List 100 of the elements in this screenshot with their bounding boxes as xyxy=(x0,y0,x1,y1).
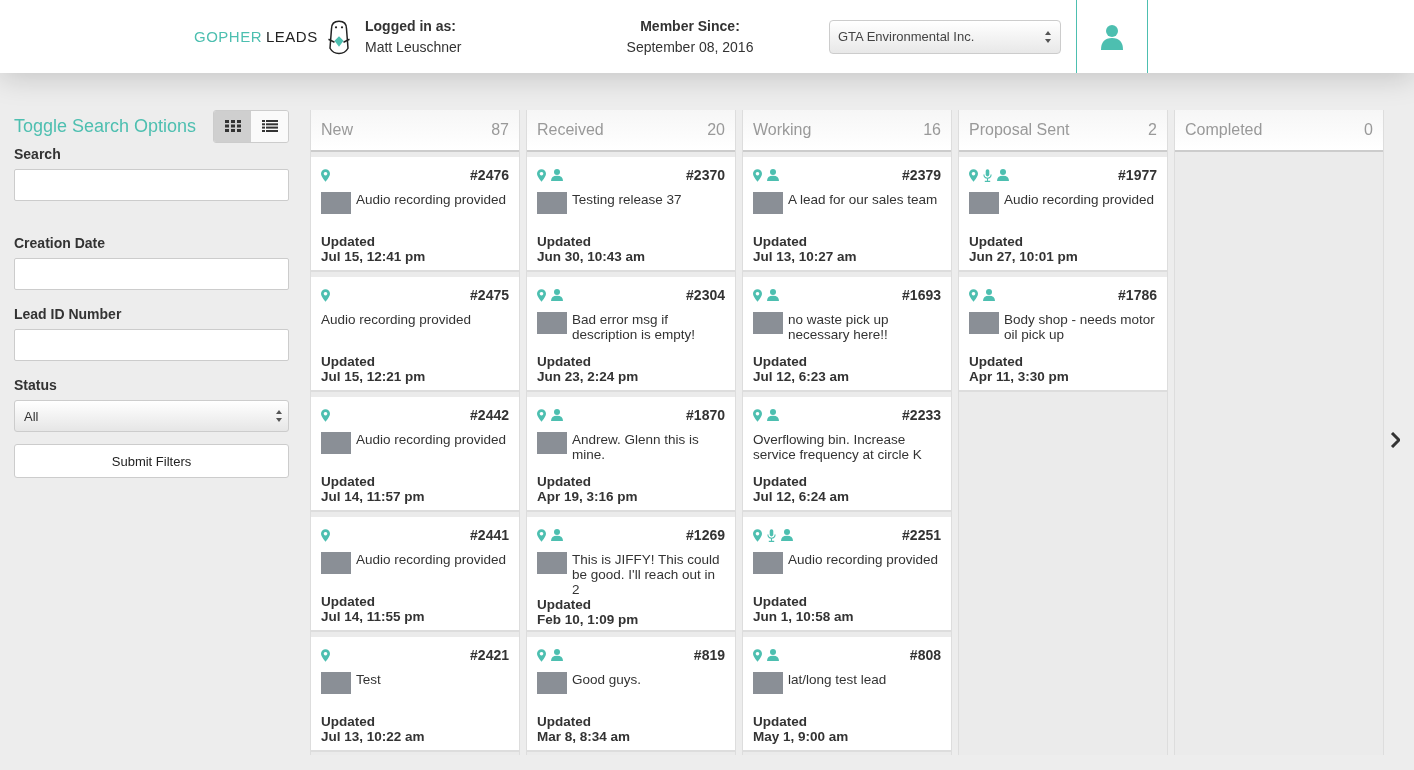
lead-card[interactable]: #2442 Audio recording provided Updated Jul 14, 11:57 pm xyxy=(311,397,519,512)
column-count: 0 xyxy=(1364,121,1373,139)
lead-id: #2379 xyxy=(902,167,941,183)
lead-card[interactable]: #2233 Overflowing bin. Increase service frequency at circle K Updated Jul 12, 6:24 am xyxy=(743,397,951,512)
lead-id: #2233 xyxy=(902,407,941,423)
updated-date: Jul 14, 11:57 pm xyxy=(321,489,426,504)
updated-label: Updated xyxy=(537,714,592,729)
updated-date: Jun 27, 10:01 pm xyxy=(969,249,1079,264)
updated-label: Updated xyxy=(969,234,1024,249)
lead-card[interactable]: #2476 Audio recording provided Updated Jul 15, 12:41 pm xyxy=(311,157,519,272)
updated-label: Updated xyxy=(537,474,592,489)
lead-description: A lead for our sales team xyxy=(788,192,938,207)
lead-card[interactable]: #2475 Audio recording provided Updated Jul 15, 12:21 pm xyxy=(311,277,519,392)
updated-label: Updated xyxy=(537,234,592,249)
input-field[interactable] xyxy=(14,169,289,201)
lead-description: Audio recording provided xyxy=(356,192,507,207)
field-label: Lead ID Number xyxy=(14,306,123,322)
lead-card[interactable]: #2421 Test Updated Jul 13, 10:22 am xyxy=(311,637,519,752)
user-icon[interactable] xyxy=(1100,23,1124,50)
lead-card[interactable]: #808 lat/long test lead Updated May 1, 9:00 am xyxy=(743,637,951,752)
lead-card[interactable]: #1870 Andrew. Glenn this is mine. Updated Apr 19, 3:16 pm xyxy=(527,397,735,512)
lead-description: lat/long test lead xyxy=(788,672,887,687)
updated-label: Updated xyxy=(321,234,376,249)
lead-card[interactable]: #2441 Audio recording provided Updated Jul 14, 11:55 pm xyxy=(311,517,519,632)
updated-date: Jul 13, 10:27 am xyxy=(753,249,858,264)
lead-id: #1786 xyxy=(1118,287,1157,303)
member-since-label: Member Since: xyxy=(640,18,740,34)
lead-card[interactable]: #2379 A lead for our sales team Updated Jul 13, 10:27 am xyxy=(743,157,951,272)
lead-card[interactable]: #2304 Bad error msg if description is empty! Updated Jun 23, 2:24 pm xyxy=(527,277,735,392)
updated-label: Updated xyxy=(969,354,1024,369)
updated-date: Jul 15, 12:21 pm xyxy=(321,369,427,384)
lead-id: #2421 xyxy=(470,647,509,663)
column-title: Received xyxy=(537,121,604,139)
field-label: Status xyxy=(14,377,58,393)
lead-card[interactable]: #1269 This is JIFFY! This could be good. I'll reach out in 2 Updated Feb 10, 1:09 pm xyxy=(527,517,735,632)
lead-card[interactable]: #819 Good guys. Updated Mar 8, 8:34 am xyxy=(527,637,735,752)
updated-label: Updated xyxy=(321,714,376,729)
lead-id: #2475 xyxy=(470,287,509,303)
logged-in-label: Logged in as: xyxy=(365,18,457,34)
updated-label: Updated xyxy=(753,474,808,489)
lead-id: #2442 xyxy=(470,407,509,423)
column-title: Completed xyxy=(1185,121,1263,139)
chevron-right-icon[interactable] xyxy=(1390,432,1400,448)
updated-date: Jul 12, 6:24 am xyxy=(753,489,851,504)
lead-description: Andrew. Glenn this is mine. xyxy=(572,432,700,462)
lead-card[interactable]: #1693 no waste pick up necessary here!! Updated Jul 12, 6:23 am xyxy=(743,277,951,392)
updated-label: Updated xyxy=(753,354,808,369)
submit-filters-button[interactable]: Submit Filters xyxy=(14,444,289,478)
lead-description: Body shop - needs motor oil pick up xyxy=(1004,312,1156,342)
list-view-button[interactable] xyxy=(251,110,288,142)
updated-date: Jun 1, 10:58 am xyxy=(753,609,855,624)
company-select[interactable]: GTA Environmental Inc. xyxy=(829,19,1061,54)
lead-id: #1977 xyxy=(1118,167,1157,183)
updated-label: Updated xyxy=(753,714,808,729)
lead-id: #808 xyxy=(909,647,941,663)
updated-date: Jun 30, 10:43 am xyxy=(537,249,647,264)
updated-label: Updated xyxy=(537,597,592,612)
updated-date: Apr 11, 3:30 pm xyxy=(969,369,1070,384)
column-title: Working xyxy=(753,121,812,139)
lead-card[interactable]: #2370 Testing release 37 Updated Jun 30, 10:43 am xyxy=(527,157,735,272)
updated-date: Jul 13, 10:22 am xyxy=(321,729,426,744)
sort-arrows-icon xyxy=(1044,29,1052,44)
grid-view-button[interactable] xyxy=(214,110,251,142)
lead-description: Testing release 37 xyxy=(572,192,682,207)
lead-id: #1693 xyxy=(902,287,941,303)
updated-label: Updated xyxy=(321,594,376,609)
lead-id: #1870 xyxy=(686,407,725,423)
updated-date: Jul 15, 12:41 pm xyxy=(321,249,427,264)
lead-description: Audio recording provided xyxy=(1004,192,1155,207)
status-select[interactable]: All xyxy=(14,400,289,432)
updated-label: Updated xyxy=(321,354,376,369)
lead-card[interactable]: #2251 Audio recording provided Updated Jun 1, 10:58 am xyxy=(743,517,951,632)
updated-date: May 1, 9:00 am xyxy=(753,729,850,744)
updated-date: Jul 12, 6:23 am xyxy=(753,369,851,384)
lead-description: Audio recording provided xyxy=(321,312,472,327)
lead-description: Test xyxy=(356,672,381,687)
lead-description: Overflowing bin. Increase service frequency at circle K xyxy=(753,432,923,462)
field-label: Search xyxy=(14,146,62,162)
lead-id: #2370 xyxy=(686,167,725,183)
lead-card[interactable]: #1977 Audio recording provided Updated Jun 27, 10:01 pm xyxy=(959,157,1167,272)
lead-id: #2251 xyxy=(902,527,941,543)
lead-description: no waste pick up necessary here!! xyxy=(788,312,890,342)
lead-id: #2441 xyxy=(470,527,509,543)
user-name: Matt Leuschner xyxy=(365,39,463,55)
updated-label: Updated xyxy=(753,594,808,609)
input-field[interactable] xyxy=(14,329,289,361)
lead-description: Audio recording provided xyxy=(356,552,507,567)
lead-card[interactable]: #1786 Body shop - needs motor oil pick up Updated Apr 11, 3:30 pm xyxy=(959,277,1167,392)
updated-label: Updated xyxy=(321,474,376,489)
sort-arrows-icon xyxy=(275,409,283,423)
column-count: 2 xyxy=(1148,121,1157,139)
logo-text: LEADS xyxy=(266,28,318,45)
member-date: September 08, 2016 xyxy=(626,39,754,55)
input-field[interactable] xyxy=(14,258,289,290)
column-count: 16 xyxy=(923,121,941,139)
column-title: New xyxy=(321,121,353,139)
updated-date: Mar 8, 8:34 am xyxy=(537,729,632,744)
lead-description: Audio recording provided xyxy=(356,432,507,447)
updated-date: Jul 14, 11:55 pm xyxy=(321,609,426,624)
lead-description: This is JIFFY! This could be good. I'll reach out in 2 xyxy=(572,552,721,597)
